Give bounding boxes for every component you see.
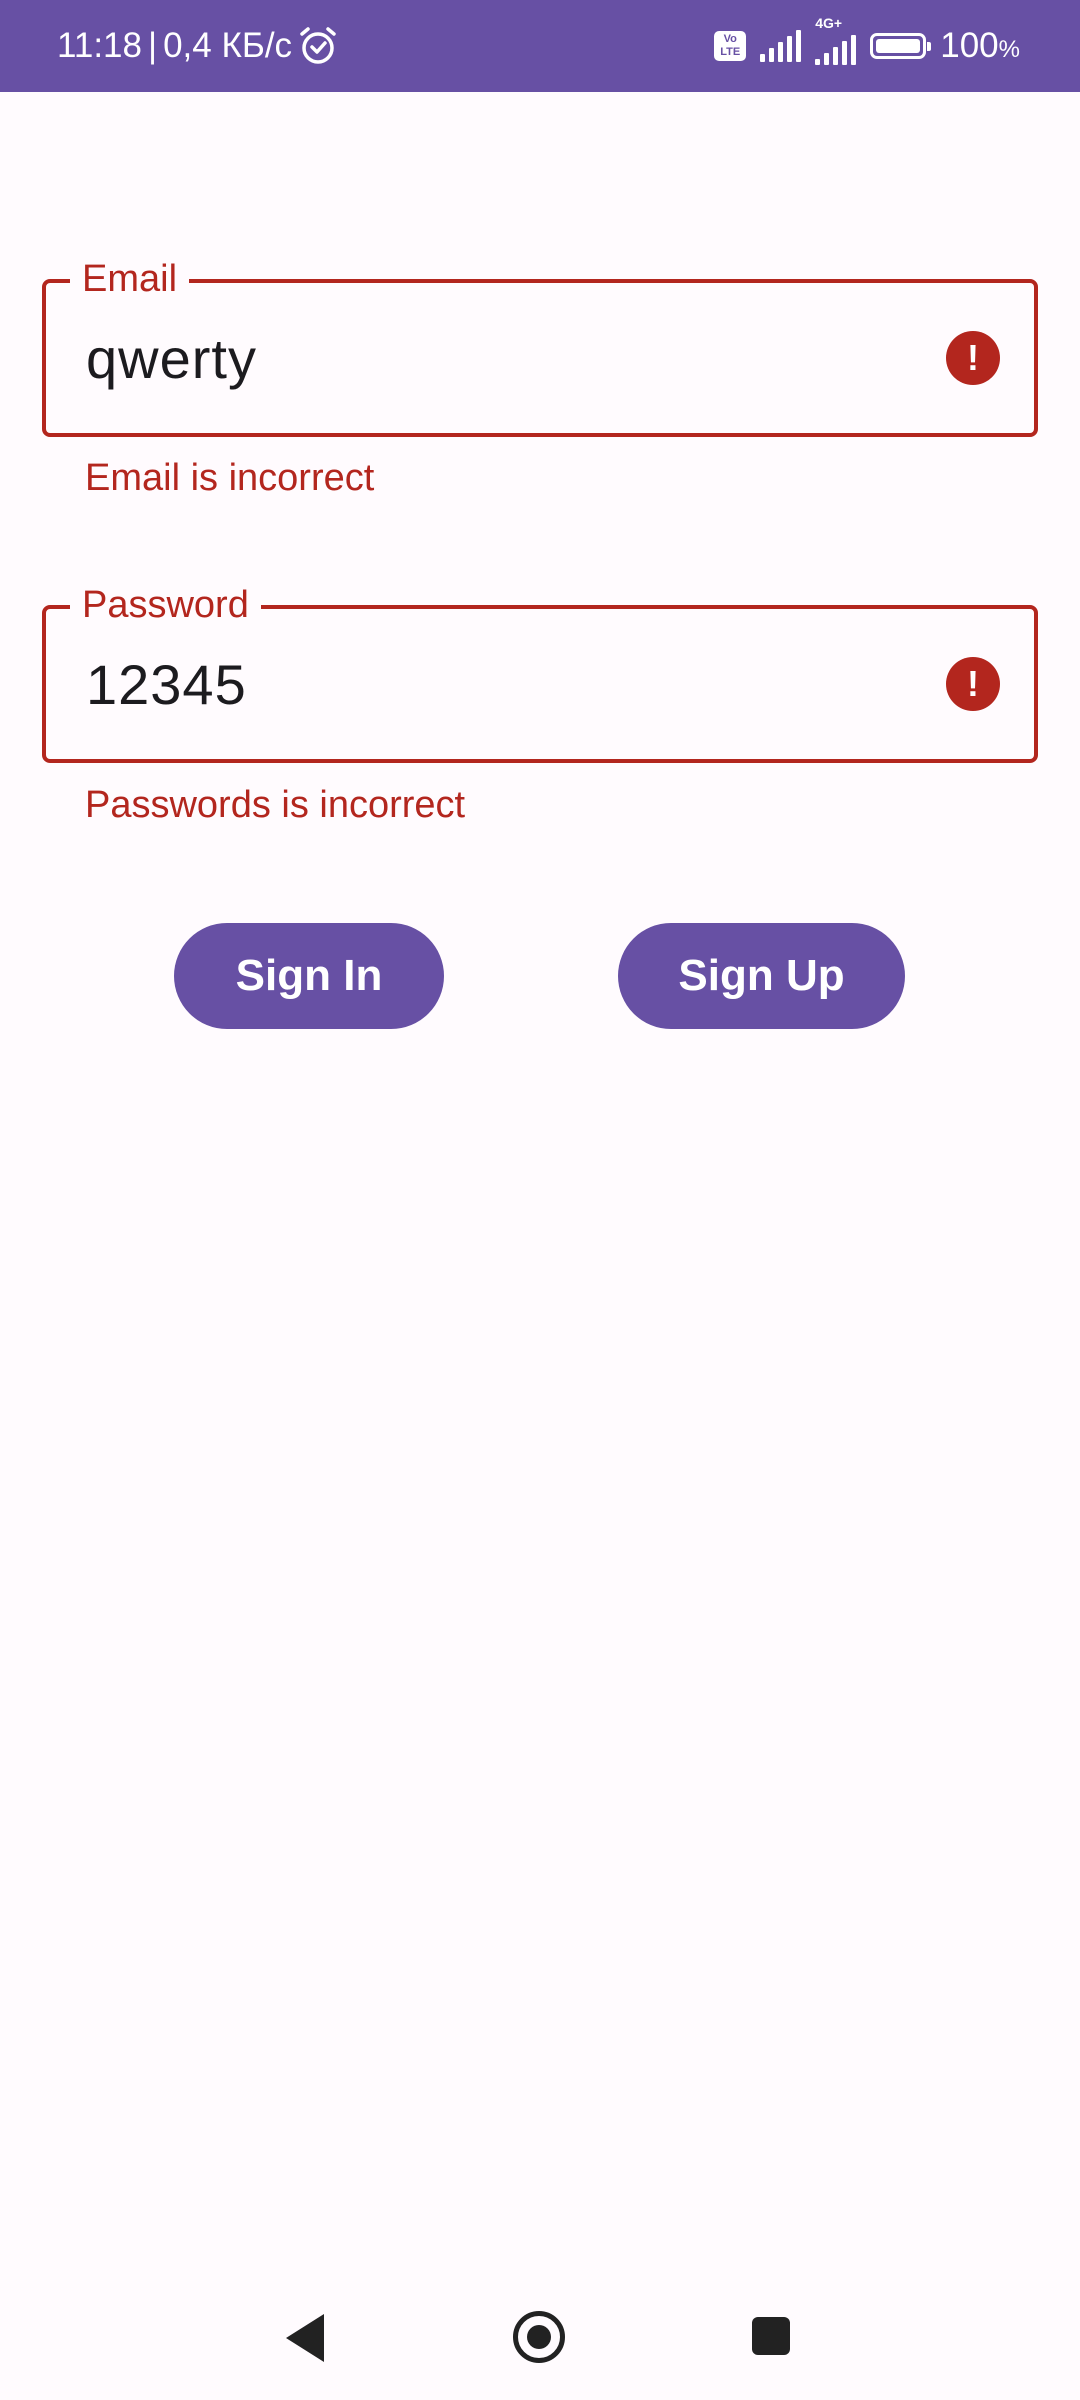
- network-type: 4G+: [815, 15, 843, 31]
- status-time: 11:18: [57, 26, 142, 65]
- email-error-text: Email is incorrect: [85, 457, 375, 499]
- email-label: Email: [70, 255, 190, 303]
- battery-icon: [870, 33, 932, 59]
- navigation-bar: [0, 2280, 1080, 2400]
- volte-icon: Vo LTE: [714, 31, 747, 61]
- password-label: Password: [70, 581, 261, 629]
- signal-icon: [760, 30, 802, 62]
- recents-icon[interactable]: [752, 2317, 790, 2355]
- password-field[interactable]: Password 12345 !: [42, 581, 1038, 763]
- sign-in-button[interactable]: Sign In: [174, 923, 444, 1029]
- status-separator: |: [148, 26, 158, 65]
- sign-up-button[interactable]: Sign Up: [618, 923, 905, 1029]
- back-icon[interactable]: [286, 2314, 324, 2362]
- email-field[interactable]: Email qwerty !: [42, 255, 1038, 437]
- password-value[interactable]: 12345: [86, 653, 247, 717]
- signal-4g-icon: 4G+: [815, 15, 857, 65]
- password-error-text: Passwords is incorrect: [85, 784, 466, 826]
- status-left: 11:18 | 0,4 КБ/с: [57, 0, 338, 92]
- home-icon[interactable]: [513, 2311, 565, 2363]
- email-error-icon: !: [946, 331, 1000, 385]
- network-speed: 0,4 КБ/с: [163, 26, 293, 65]
- alarm-icon: [298, 26, 338, 66]
- password-error-icon: !: [946, 657, 1000, 711]
- status-bar: 11:18 | 0,4 КБ/с Vo LTE 4G+ 100%: [0, 0, 1080, 92]
- battery-percentage: 100%: [940, 26, 1020, 65]
- email-value[interactable]: qwerty: [86, 327, 257, 391]
- status-right: Vo LTE 4G+ 100%: [714, 0, 1020, 92]
